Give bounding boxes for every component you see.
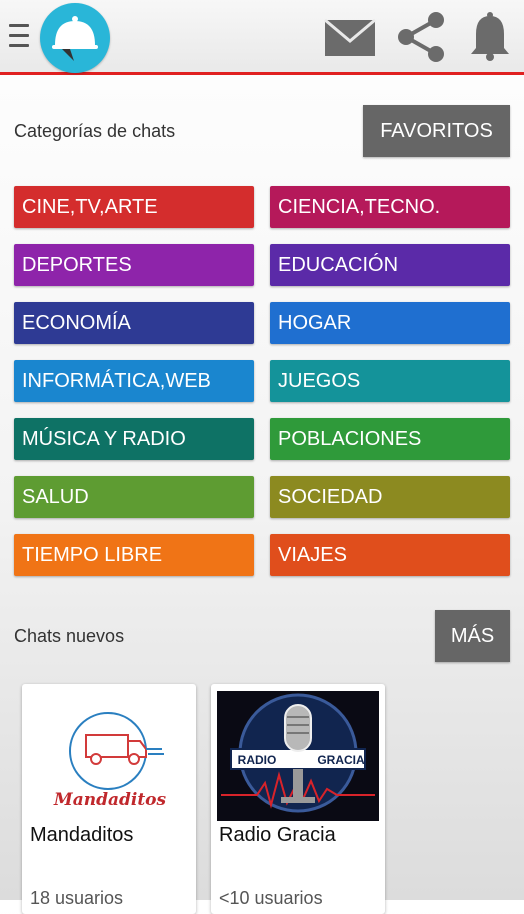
- chat-card-title: Radio Gracia: [219, 824, 336, 846]
- mail-icon[interactable]: [324, 19, 376, 57]
- more-button[interactable]: MÁS: [435, 610, 510, 662]
- share-icon[interactable]: [396, 12, 448, 62]
- chat-card-title: Mandaditos: [30, 824, 134, 846]
- favorites-button[interactable]: FAVORITOS: [363, 105, 510, 157]
- category-ciencia-tecno[interactable]: CIENCIA,TECNO.: [270, 186, 510, 228]
- new-chats-heading: Chats nuevos: [14, 626, 125, 646]
- chat-card-mandaditos[interactable]: Mandaditos Mandaditos 18 usuarios: [22, 684, 196, 914]
- category-salud[interactable]: SALUD: [14, 476, 254, 518]
- category-economía[interactable]: ECONOMÍA: [14, 302, 254, 344]
- category-educación[interactable]: EDUCACIÓN: [270, 244, 510, 286]
- categories-heading: Categorías de chats: [14, 121, 176, 141]
- app-header: [0, 0, 524, 75]
- menu-icon[interactable]: [9, 24, 29, 48]
- cloche-logo-icon: [52, 16, 98, 61]
- category-poblaciones[interactable]: POBLACIONES: [270, 418, 510, 460]
- category-tiempo-libre[interactable]: TIEMPO LIBRE: [14, 534, 254, 576]
- mandaditos-logo: Mandaditos: [28, 691, 190, 821]
- mandaditos-logo-text: Mandaditos: [53, 790, 167, 810]
- radio-badge-right: GRACIA: [317, 753, 365, 767]
- category-hogar[interactable]: HOGAR: [270, 302, 510, 344]
- category-juegos[interactable]: JUEGOS: [270, 360, 510, 402]
- category-viajes[interactable]: VIAJES: [270, 534, 510, 576]
- category-sociedad[interactable]: SOCIEDAD: [270, 476, 510, 518]
- radio-badge-left: RADIO: [238, 753, 277, 767]
- chat-card-users: <10 usuarios: [219, 888, 323, 908]
- category-música-y-radio[interactable]: MÚSICA Y RADIO: [14, 418, 254, 460]
- chat-card-radio-gracia[interactable]: RADIO GRACIA Radio Gracia <10 usuarios: [211, 684, 385, 914]
- bell-icon[interactable]: [468, 12, 512, 62]
- chat-card-users: 18 usuarios: [30, 888, 124, 908]
- category-grid: CINE,TV,ARTE CIENCIA,TECNO. DEPORTES EDUCAC…: [14, 186, 510, 576]
- category-informática-web[interactable]: INFORMÁTICA,WEB: [14, 360, 254, 402]
- category-cine-tv-arte[interactable]: CINE,TV,ARTE: [14, 186, 254, 228]
- category-deportes[interactable]: DEPORTES: [14, 244, 254, 286]
- radio-gracia-logo: RADIO GRACIA: [217, 691, 379, 821]
- app-logo[interactable]: [40, 3, 110, 73]
